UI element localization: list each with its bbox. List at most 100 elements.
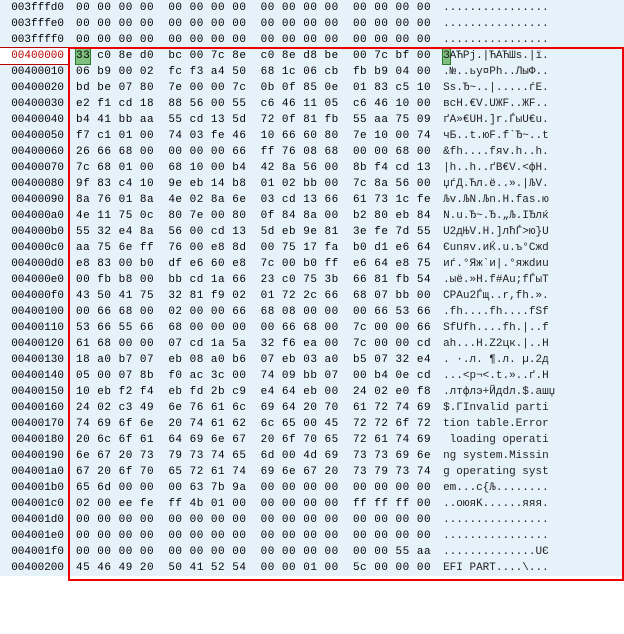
- address-cell[interactable]: 00400110: [0, 320, 68, 336]
- ascii-cell[interactable]: Єunяv.иЌ.u.ъ°Сжd: [439, 242, 549, 254]
- address-cell[interactable]: 004001e0: [0, 528, 68, 544]
- hex-bytes[interactable]: 00 00 00 00 00 00 00 00 00 00 00 00 00 0…: [68, 514, 439, 526]
- address-cell[interactable]: 00400190: [0, 448, 68, 464]
- hex-row[interactable]: 0040012061 68 00 00 07 cd 1a 5a 32 f6 ea…: [0, 336, 624, 352]
- ascii-cell[interactable]: Sѕ.Ђ~..|.....ѓЕ.: [439, 82, 549, 94]
- address-cell[interactable]: 003fffd0: [0, 0, 68, 16]
- hex-row[interactable]: 004001e000 00 00 00 00 00 00 00 00 00 00…: [0, 528, 624, 544]
- address-cell[interactable]: 004000f0: [0, 288, 68, 304]
- ascii-cell[interactable]: ................: [439, 530, 549, 542]
- hex-row[interactable]: 00400030e2 f1 cd 18 88 56 00 55 c6 46 11…: [0, 96, 624, 112]
- address-cell[interactable]: 00400160: [0, 400, 68, 416]
- hex-bytes[interactable]: 67 20 6f 70 65 72 61 74 69 6e 67 20 73 7…: [68, 466, 439, 478]
- hex-bytes[interactable]: aa 75 6e ff 76 00 e8 8d 00 75 17 fa b0 d…: [68, 242, 439, 254]
- address-cell[interactable]: 004000a0: [0, 208, 68, 224]
- hex-bytes[interactable]: 06 b9 00 02 fc f3 a4 50 68 1c 06 cb fb b…: [68, 66, 439, 78]
- hex-row[interactable]: 0040000033 c0 8e d0 bc 00 7c 8e c0 8e d8…: [0, 48, 624, 64]
- hex-row[interactable]: 004000f043 50 41 75 32 81 f9 02 01 72 2c…: [0, 288, 624, 304]
- hex-bytes[interactable]: 24 02 c3 49 6e 76 61 6c 69 64 20 70 61 7…: [68, 402, 439, 414]
- hex-bytes[interactable]: 00 fb b8 00 bb cd 1a 66 23 c0 75 3b 66 8…: [68, 274, 439, 286]
- hex-bytes[interactable]: 7c 68 01 00 68 10 00 b4 42 8a 56 00 8b f…: [68, 162, 439, 174]
- address-cell[interactable]: 00400200: [0, 560, 68, 576]
- hex-bytes[interactable]: 00 66 68 00 02 00 00 66 68 08 00 00 00 6…: [68, 306, 439, 318]
- hex-row[interactable]: 003fffe000 00 00 00 00 00 00 00 00 00 00…: [0, 16, 624, 32]
- hex-bytes[interactable]: 8a 76 01 8a 4e 02 8a 6e 03 cd 13 66 61 7…: [68, 194, 439, 206]
- ascii-cell[interactable]: ................: [439, 34, 549, 46]
- address-cell[interactable]: 00400040: [0, 112, 68, 128]
- hex-row[interactable]: 0040015010 eb f2 f4 eb fd 2b c9 e4 64 eb…: [0, 384, 624, 400]
- address-cell[interactable]: 004000e0: [0, 272, 68, 288]
- address-cell[interactable]: 00400100: [0, 304, 68, 320]
- address-cell[interactable]: 00400180: [0, 432, 68, 448]
- ascii-cell[interactable]: ................: [439, 514, 549, 526]
- hex-row[interactable]: 004000c0aa 75 6e ff 76 00 e8 8d 00 75 17…: [0, 240, 624, 256]
- hex-bytes[interactable]: 05 00 07 8b f0 ac 3c 00 74 09 bb 07 00 b…: [68, 370, 439, 382]
- address-cell[interactable]: 004001b0: [0, 480, 68, 496]
- ascii-cell[interactable]: ...<р¬<.t.»..ґ.Н: [439, 370, 549, 382]
- ascii-cell[interactable]: иѓ.°Яж`и|.°яжdиu: [439, 258, 549, 270]
- address-cell[interactable]: 003ffff0: [0, 32, 68, 48]
- ascii-cell[interactable]: em...c{Љ........: [439, 482, 549, 494]
- hex-row[interactable]: 0040011053 66 55 66 68 00 00 00 00 66 68…: [0, 320, 624, 336]
- hex-bytes[interactable]: 10 eb f2 f4 eb fd 2b c9 e4 64 eb 00 24 0…: [68, 386, 439, 398]
- address-cell[interactable]: 003fffe0: [0, 16, 68, 32]
- hex-bytes[interactable]: 55 32 e4 8a 56 00 cd 13 5d eb 9e 81 3e f…: [68, 226, 439, 238]
- hex-row[interactable]: 004000908a 76 01 8a 4e 02 8a 6e 03 cd 13…: [0, 192, 624, 208]
- address-cell[interactable]: 00400140: [0, 368, 68, 384]
- address-cell[interactable]: 00400020: [0, 80, 68, 96]
- hex-row[interactable]: 003ffff000 00 00 00 00 00 00 00 00 00 00…: [0, 32, 624, 48]
- hex-row[interactable]: 004001c002 00 ee fe ff 4b 01 00 00 00 00…: [0, 496, 624, 512]
- hex-row[interactable]: 0040018020 6c 6f 61 64 69 6e 67 20 6f 70…: [0, 432, 624, 448]
- address-cell[interactable]: 004001d0: [0, 512, 68, 528]
- address-cell[interactable]: 00400170: [0, 416, 68, 432]
- ascii-cell[interactable]: g operating syst: [439, 466, 549, 478]
- address-cell[interactable]: 00400090: [0, 192, 68, 208]
- hex-bytes[interactable]: 00 00 00 00 00 00 00 00 00 00 00 00 00 0…: [68, 34, 439, 46]
- hex-row[interactable]: 0040010000 66 68 00 02 00 00 66 68 08 00…: [0, 304, 624, 320]
- ascii-cell[interactable]: N.u.Ђ~.Ђ.„Љ.ІЂлќ: [439, 210, 549, 222]
- ascii-cell[interactable]: .ыё.»Н.f#Au;fЃыT: [439, 274, 549, 286]
- ascii-cell[interactable]: ..............UЄ: [439, 546, 549, 558]
- ascii-cell[interactable]: tion table.Error: [439, 418, 549, 430]
- hex-bytes[interactable]: f7 c1 01 00 74 03 fe 46 10 66 60 80 7e 1…: [68, 130, 439, 142]
- hex-bytes[interactable]: 00 00 00 00 00 00 00 00 00 00 00 00 00 0…: [68, 546, 439, 558]
- hex-row[interactable]: 004000707c 68 01 00 68 10 00 b4 42 8a 56…: [0, 160, 624, 176]
- hex-bytes[interactable]: 18 a0 b7 07 eb 08 a0 b6 07 eb 03 a0 b5 0…: [68, 354, 439, 366]
- ascii-cell[interactable]: EFI PART....\...: [439, 562, 549, 574]
- ascii-cell[interactable]: .№..ьу¤Ph..ЛыФ..: [439, 66, 549, 78]
- hex-row[interactable]: 0040020045 46 49 20 50 41 52 54 00 00 01…: [0, 560, 624, 576]
- ascii-cell[interactable]: ґA»€UН.]r.ЃыU€u.: [439, 114, 549, 126]
- ascii-cell[interactable]: CPAu2Ѓщ..r,fh.».: [439, 290, 549, 302]
- hex-bytes[interactable]: 45 46 49 20 50 41 52 54 00 00 01 00 5c 0…: [68, 562, 439, 574]
- ascii-cell[interactable]: ................: [439, 2, 549, 14]
- hex-bytes[interactable]: 4e 11 75 0c 80 7e 00 80 0f 84 8a 00 b2 8…: [68, 210, 439, 222]
- hex-bytes[interactable]: e8 83 00 b0 df e6 60 e8 7c 00 b0 ff e6 6…: [68, 258, 439, 270]
- hex-row[interactable]: 0040013018 a0 b7 07 eb 08 a0 b6 07 eb 03…: [0, 352, 624, 368]
- address-cell[interactable]: 00400070: [0, 160, 68, 176]
- ascii-cell[interactable]: &fh....fяv.h..h.: [439, 146, 549, 158]
- hex-row[interactable]: 00400050f7 c1 01 00 74 03 fe 46 10 66 60…: [0, 128, 624, 144]
- address-cell[interactable]: 004000c0: [0, 240, 68, 256]
- ascii-cell[interactable]: Љv.ЉN.Љn.Н.fas.ю: [439, 194, 549, 206]
- ascii-cell[interactable]: |h..h..ґB€V.<фН.: [439, 162, 549, 174]
- hex-row[interactable]: 00400020bd be 07 80 7e 00 00 7c 0b 0f 85…: [0, 80, 624, 96]
- hex-row[interactable]: 004000a04e 11 75 0c 80 7e 00 80 0f 84 8a…: [0, 208, 624, 224]
- hex-row[interactable]: 0040017074 69 6f 6e 20 74 61 62 6c 65 00…: [0, 416, 624, 432]
- ascii-cell[interactable]: ng system.Missin: [439, 450, 549, 462]
- address-cell[interactable]: 00400000: [0, 48, 68, 64]
- address-cell[interactable]: 004001f0: [0, 544, 68, 560]
- ascii-cell[interactable]: SfUfh....fh.|..f: [439, 322, 549, 334]
- hex-bytes[interactable]: b4 41 bb aa 55 cd 13 5d 72 0f 81 fb 55 a…: [68, 114, 439, 126]
- ascii-cell[interactable]: чБ..t.юF.f`Ђ~..t: [439, 130, 549, 142]
- ascii-cell[interactable]: U2дЊV.Н.]лћЃ>ю}U: [439, 226, 549, 238]
- hex-bytes[interactable]: 74 69 6f 6e 20 74 61 62 6c 65 00 45 72 7…: [68, 418, 439, 430]
- address-cell[interactable]: 00400080: [0, 176, 68, 192]
- address-cell[interactable]: 00400050: [0, 128, 68, 144]
- hex-row[interactable]: 004000b055 32 e4 8a 56 00 cd 13 5d eb 9e…: [0, 224, 624, 240]
- hex-bytes[interactable]: 20 6c 6f 61 64 69 6e 67 20 6f 70 65 72 6…: [68, 434, 439, 446]
- hex-row[interactable]: 00400040b4 41 bb aa 55 cd 13 5d 72 0f 81…: [0, 112, 624, 128]
- hex-row[interactable]: 0040001006 b9 00 02 fc f3 a4 50 68 1c 06…: [0, 64, 624, 80]
- ascii-cell[interactable]: ЗАЋРј.|ЋАЋШѕ.|ї.: [439, 50, 549, 62]
- address-cell[interactable]: 00400120: [0, 336, 68, 352]
- hex-row[interactable]: 0040014005 00 07 8b f0 ac 3c 00 74 09 bb…: [0, 368, 624, 384]
